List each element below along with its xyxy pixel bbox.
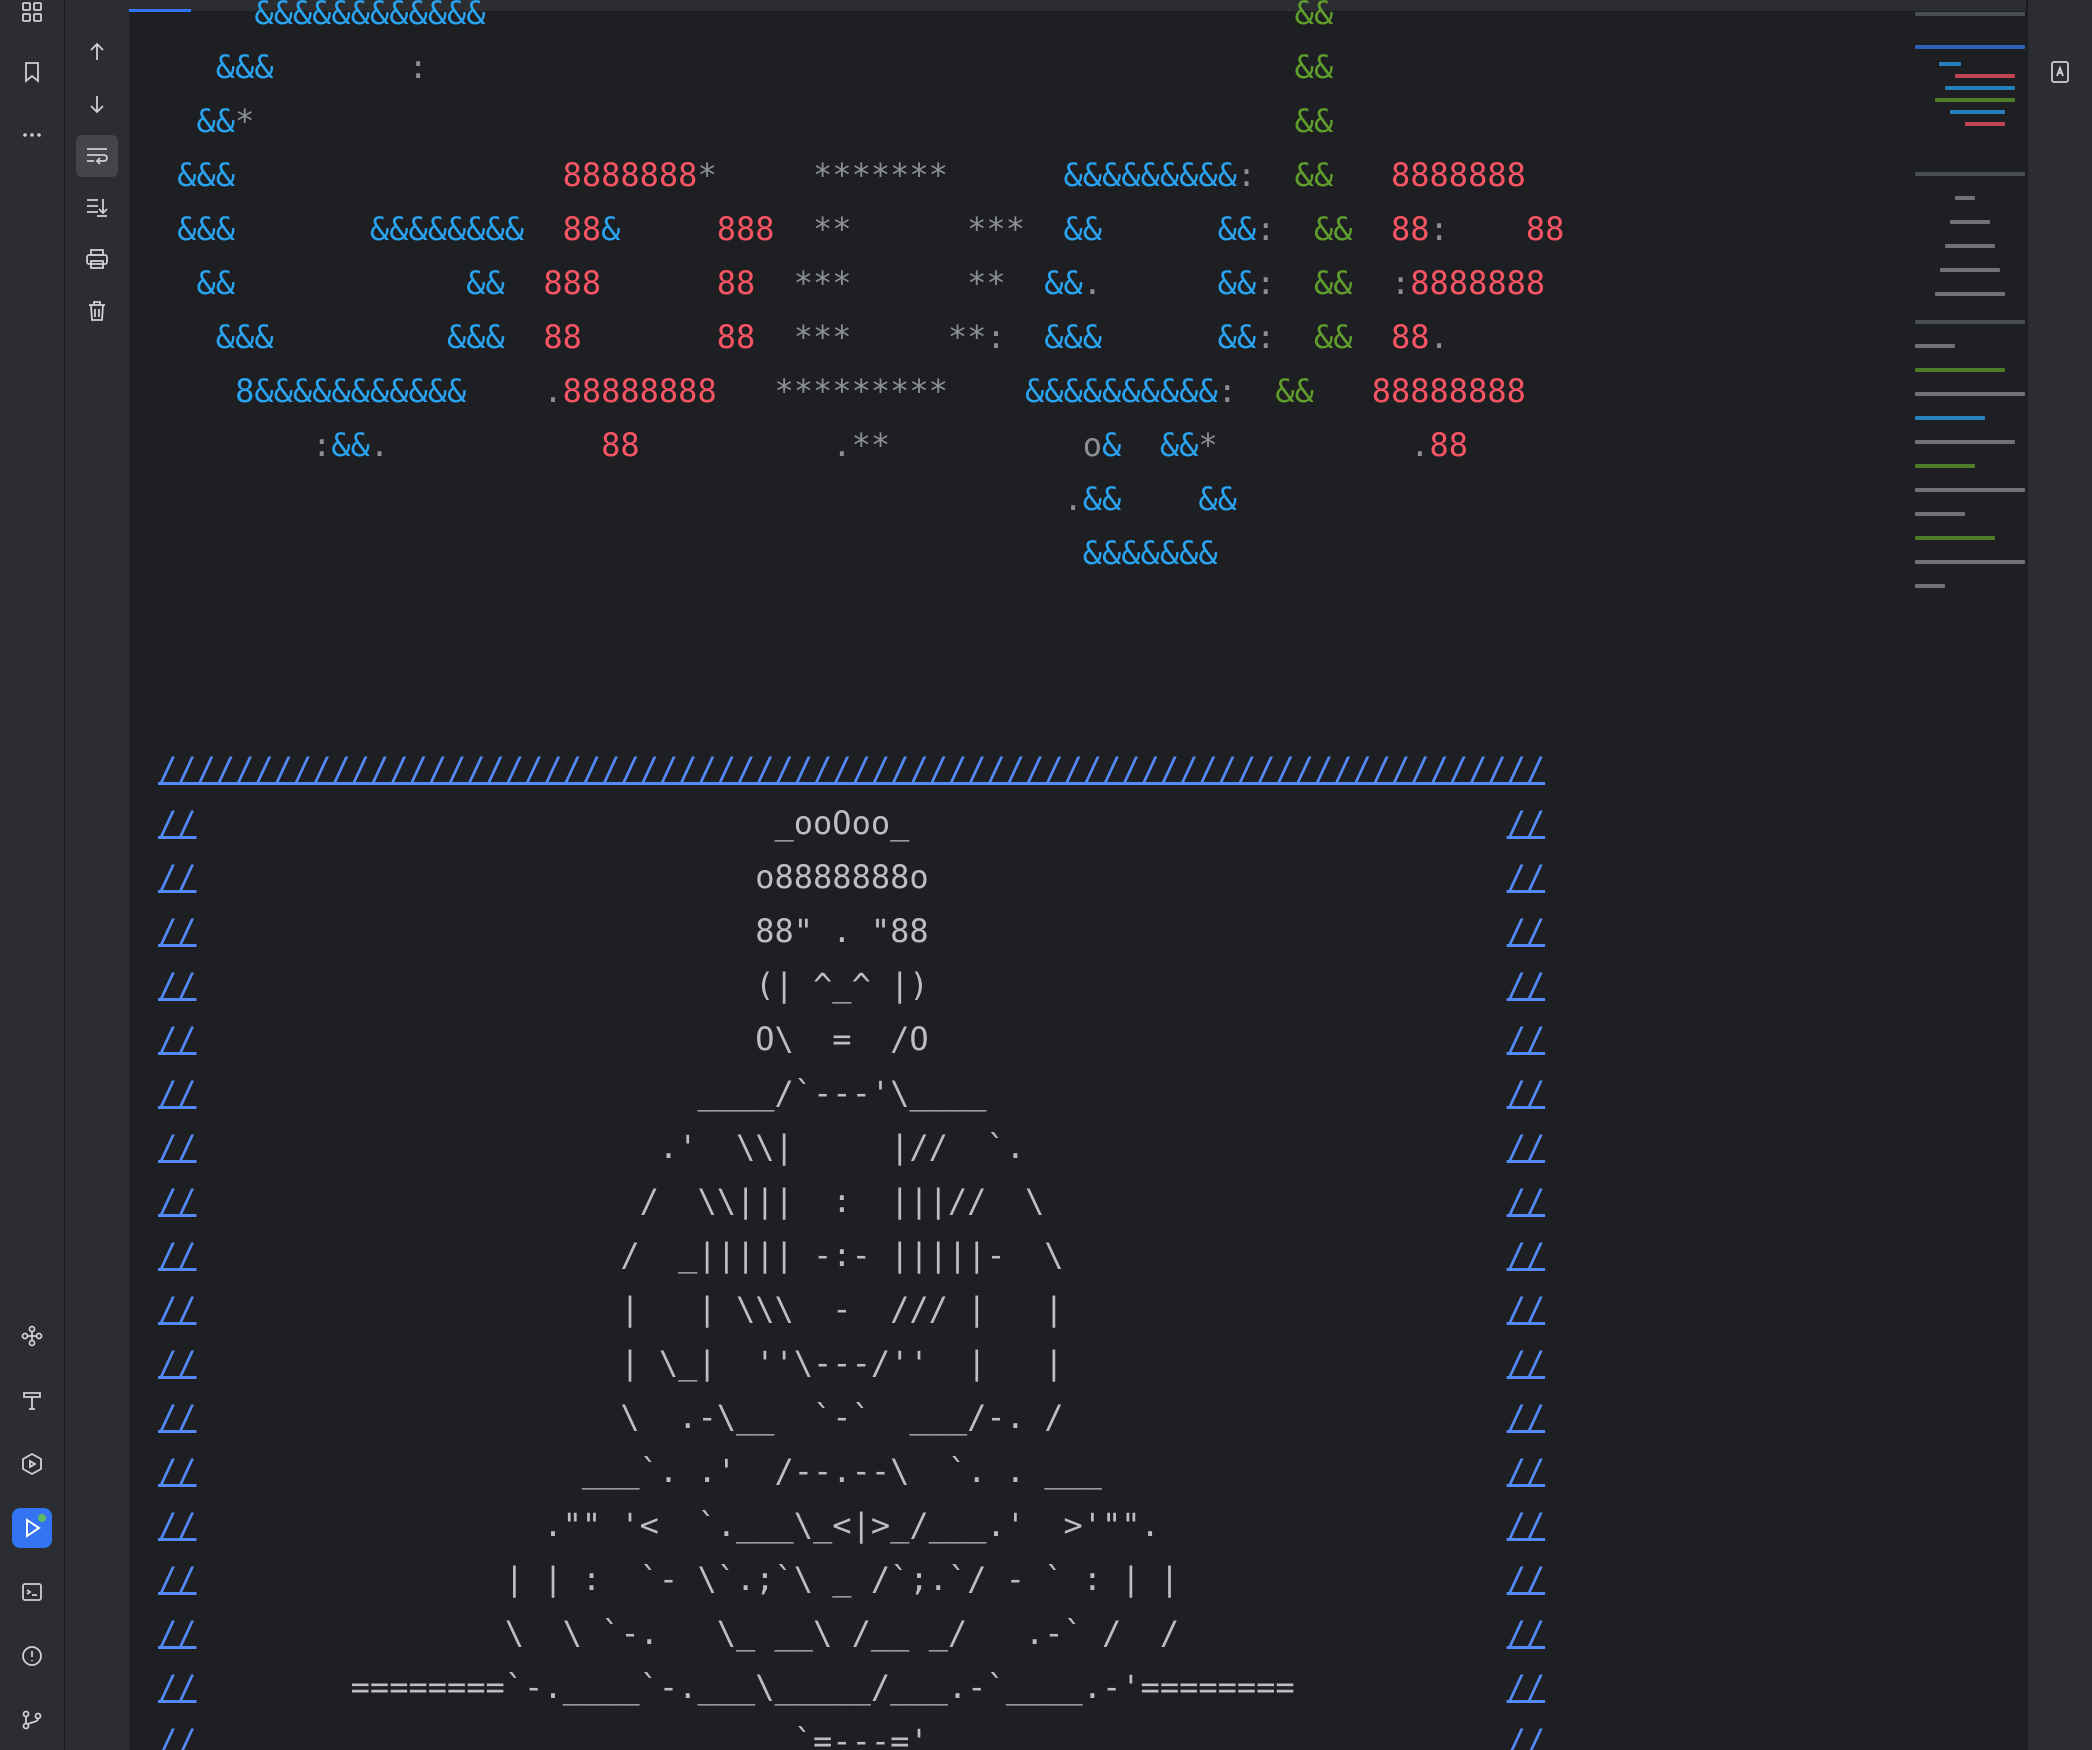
terminal-icon[interactable] [12,1572,52,1612]
run-icon[interactable] [12,1508,52,1548]
console-line: // | | \\\ - /// | | // [158,1290,1546,1328]
minimap-line [1915,464,1975,468]
minimap-line [1935,292,2005,296]
services-icon[interactable] [12,1444,52,1484]
console-line: &&& : && [215,48,1334,86]
minimap-line [1935,98,2015,102]
console-line: // `=---=' // [158,1722,1546,1750]
more-icon[interactable] [12,115,52,155]
console-line: :&&. 88 .** o& &&* .88 [312,426,1469,464]
arrow-down-icon[interactable] [76,83,118,125]
console-line: // .' \\| |// `. // [158,1128,1546,1166]
minimap-line [1915,12,2025,16]
console-line: // / \\||| : |||// \ // [158,1182,1546,1220]
minimap-line [1915,584,1945,588]
console-line: && && 888 88 *** ** &&. &&: && :8888888 [196,264,1546,302]
minimap-line [1950,220,1990,224]
plugins-icon[interactable] [12,1316,52,1356]
console-line: &&& 8888888* ******* &&&&&&&&&: && 88888… [177,156,1526,194]
console-line: // \ \ `-. \_ __\ /__ _/ .-` / / // [158,1614,1546,1652]
trash-icon[interactable] [76,290,118,332]
console-line: // | | : `- \`.;`\ _ /`;.`/ - ` : | | // [158,1560,1546,1598]
console-line: // / _||||| -:- |||||- \ // [158,1236,1546,1274]
console-line: &&&&&&& [1082,534,1218,572]
minimap-line [1945,244,1995,248]
console-toolbar [65,0,129,1750]
minimap-line [1955,196,1975,200]
ai-assistant-icon[interactable] [2040,52,2080,92]
console-line: &&&&&&&&&&&& && [254,0,1334,32]
minimap-line [1915,536,1995,540]
minimap-line [1950,110,2005,114]
project-structure-icon[interactable] [12,0,52,32]
console-line: // \ .-\__ `-` ___/-. / // [158,1398,1546,1436]
console-line: // o8888888o // [158,858,1546,896]
minimap-line [1945,86,2015,90]
console-line: // ____/`---'\____ // [158,1074,1546,1112]
minimap-line [1940,268,2000,272]
minimap-line [1915,368,2005,372]
minimap-line [1915,440,2015,444]
console-output-text[interactable]: &&&&&&&&&&&& && &&& : && &&* && &&& 8888… [158,0,1898,1750]
console-line: 8&&&&&&&&&&& .88888888 ********* &&&&&&&… [235,372,1526,410]
minimap-line [1915,560,2025,564]
minimap-line [1915,344,1955,348]
soft-wrap-icon[interactable] [76,135,118,177]
console-line: &&& &&&&&&&& 88& 888 ** *** && &&: && 88… [177,210,1565,248]
build-icon[interactable] [12,1380,52,1420]
minimap-line [1955,74,2015,78]
console-line: &&& &&& 88 88 *** **: &&& &&: && 88. [215,318,1449,356]
arrow-up-icon[interactable] [76,31,118,73]
minimap-line [1939,62,1961,66]
console-line: // _ooOoo_ // [158,804,1546,842]
console-line: &&* && [196,102,1334,140]
minimap-line [1915,320,2025,324]
print-icon[interactable] [76,238,118,280]
git-icon[interactable] [12,1700,52,1740]
bookmarks-icon[interactable] [12,52,52,92]
running-indicator [38,1514,46,1522]
minimap-line [1915,512,1965,516]
console-line: // ___`. .' /--.--\ `. . ___ // [158,1452,1546,1490]
console-line: // ========`-.____`-.___\_____/___.-`___… [158,1668,1546,1706]
minimap-line [1965,122,2005,126]
console-line: // O\ = /O // [158,1020,1546,1058]
left-tool-window-bar [0,0,65,1750]
minimap-line [1915,45,2025,49]
scroll-to-end-icon[interactable] [76,186,118,228]
console-line: ////////////////////////////////////////… [158,750,1546,788]
console-line: // (| ^_^ |) // [158,966,1546,1004]
minimap-line [1915,392,2025,396]
problems-icon[interactable] [12,1636,52,1676]
console-minimap[interactable] [1915,10,2027,610]
console-line: // ."" '< `.___\_<|>_/___.' >'"". // [158,1506,1546,1544]
minimap-line [1915,488,2025,492]
console-line: .&& && [1063,480,1237,518]
right-tool-window-bar [2027,0,2092,1750]
console-line: // | \_| ''\---/'' | | // [158,1344,1546,1382]
minimap-line [1915,172,2025,176]
minimap-line [1915,416,1985,420]
console-line: // 88" . "88 // [158,912,1546,950]
